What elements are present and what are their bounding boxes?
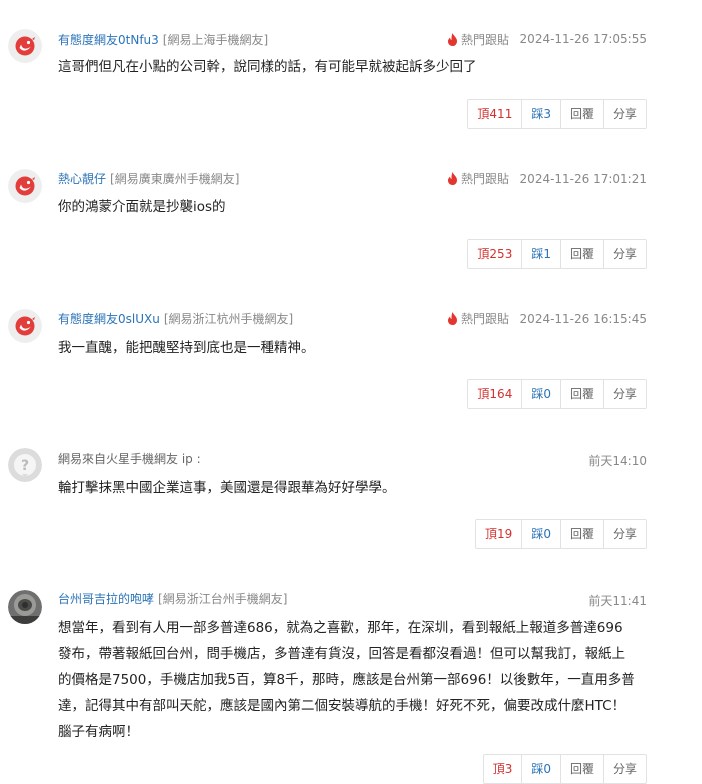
downvote-button[interactable]: 踩1 xyxy=(521,240,560,268)
username-link[interactable]: 熱心靚仔 xyxy=(58,172,106,186)
comment-text: 想當年，看到有人用一部多普達686，就為之喜歡，那年，在深圳，看到報紙上報道多普… xyxy=(58,615,654,745)
comment-meta: 網易來自火星手機網友 ip : xyxy=(58,450,201,467)
comment-text: 你的鴻蒙介面就是抄襲ios的 xyxy=(58,199,226,215)
comment-time: 2024-11-26 17:05:55 xyxy=(519,32,647,46)
upvote-button[interactable]: 頂19 xyxy=(476,520,521,548)
share-button[interactable]: 分享 xyxy=(602,755,646,783)
comment-time: 前天11:41 xyxy=(588,594,647,608)
comment-meta: 有態度網友0tNfu3 [網易上海手機網友] xyxy=(58,31,268,48)
comment-time: 2024-11-26 16:15:45 xyxy=(519,312,647,326)
share-button[interactable]: 分享 xyxy=(602,100,646,128)
share-button[interactable]: 分享 xyxy=(602,380,646,408)
comment-text-line: 腦子有病啊！ xyxy=(58,724,139,740)
svg-text:?: ? xyxy=(21,458,29,474)
reply-button[interactable]: 回覆 xyxy=(559,100,603,128)
upvote-button[interactable]: 頂164 xyxy=(468,380,521,408)
upvote-button[interactable]: 頂253 xyxy=(468,240,521,268)
upvote-button[interactable]: 頂3 xyxy=(484,755,522,783)
user-location: [網易上海手機網友] xyxy=(162,33,269,47)
comment-meta: 有態度網友0slUXu [網易浙江杭州手機網友] xyxy=(58,310,293,327)
comment-text-line: 想當年，看到有人用一部多普達686，就為之喜歡，那年，在深圳，看到報紙上報道多普… xyxy=(58,620,623,636)
downvote-button[interactable]: 踩0 xyxy=(521,755,560,783)
comment-actions: 頂164 踩0 回覆 分享 xyxy=(467,379,647,409)
flame-icon xyxy=(448,172,457,185)
downvote-button[interactable]: 踩3 xyxy=(521,100,560,128)
reply-button[interactable]: 回覆 xyxy=(559,380,603,408)
reply-button[interactable]: 回覆 xyxy=(559,520,603,548)
hot-label: 熱門跟貼 xyxy=(461,312,510,326)
upvote-button[interactable]: 頂411 xyxy=(468,100,521,128)
comment-text: 輪打擊抹黑中國企業這事，美國還是得跟華為好好學學。 xyxy=(58,480,396,496)
comment-actions: 頂411 踩3 回覆 分享 xyxy=(467,99,647,129)
share-button[interactable]: 分享 xyxy=(602,520,646,548)
username-link[interactable]: 有態度網友0tNfu3 xyxy=(58,33,159,47)
hot-label: 熱門跟貼 xyxy=(461,33,510,47)
anonymous-avatar-icon[interactable]: ? xyxy=(8,448,42,482)
user-photo-avatar[interactable] xyxy=(8,590,42,624)
comment-actions: 頂253 踩1 回覆 分享 xyxy=(467,239,647,269)
comment-meta: 熱心靚仔 [網易廣東廣州手機網友] xyxy=(58,170,239,187)
netease-avatar-icon[interactable] xyxy=(8,29,42,63)
comment-actions: 頂19 踩0 回覆 分享 xyxy=(475,519,647,549)
comment-text: 這哥們但凡在小點的公司幹，說同樣的話，有可能早就被起訴多少回了 xyxy=(58,59,477,75)
comment-time: 前天14:10 xyxy=(588,454,647,468)
reply-button[interactable]: 回覆 xyxy=(559,240,603,268)
comment-meta: 台州哥吉拉的咆哮 [網易浙江台州手機網友] xyxy=(58,590,287,607)
netease-avatar-icon[interactable] xyxy=(8,309,42,343)
comment-text: 我一直醜，能把醜堅持到底也是一種精神。 xyxy=(58,340,315,356)
flame-icon xyxy=(448,312,457,325)
user-location: [網易廣東廣州手機網友] xyxy=(110,172,240,186)
reply-button[interactable]: 回覆 xyxy=(559,755,603,783)
username-link[interactable]: 有態度網友0slUXu xyxy=(58,312,160,326)
downvote-button[interactable]: 踩0 xyxy=(521,380,560,408)
comment-text-line: 達，記得其中有部叫天舵，應該是國內第二個安裝導航的手機！好死不死，偏要改成什麼H… xyxy=(58,698,626,714)
hot-comment-badge: 熱門跟貼 xyxy=(447,310,509,327)
hot-label: 熱門跟貼 xyxy=(461,172,510,186)
comment-text-line: 發布，帶著報紙回台州，問手機店，多普達有貨沒，回答是看都沒看過！但可以幫我訂，報… xyxy=(58,646,625,662)
user-location: [網易浙江杭州手機網友] xyxy=(163,312,294,326)
netease-avatar-icon[interactable] xyxy=(8,169,42,203)
hot-comment-badge: 熱門跟貼 xyxy=(447,31,509,48)
comment-text-line: 的價格是7500，手機店加我5百，算8千，那時，應該是台州第一部696！以後數年… xyxy=(58,672,635,688)
username-label: 網易來自火星手機網友 ip : xyxy=(58,452,201,466)
username-link[interactable]: 台州哥吉拉的咆哮 xyxy=(58,592,154,606)
hot-comment-badge: 熱門跟貼 xyxy=(447,170,509,187)
flame-icon xyxy=(448,33,457,46)
user-location: [網易浙江台州手機網友] xyxy=(158,592,288,606)
share-button[interactable]: 分享 xyxy=(602,240,646,268)
comment-actions: 頂3 踩0 回覆 分享 xyxy=(482,754,647,784)
downvote-button[interactable]: 踩0 xyxy=(521,520,560,548)
comment-time: 2024-11-26 17:01:21 xyxy=(519,172,647,186)
